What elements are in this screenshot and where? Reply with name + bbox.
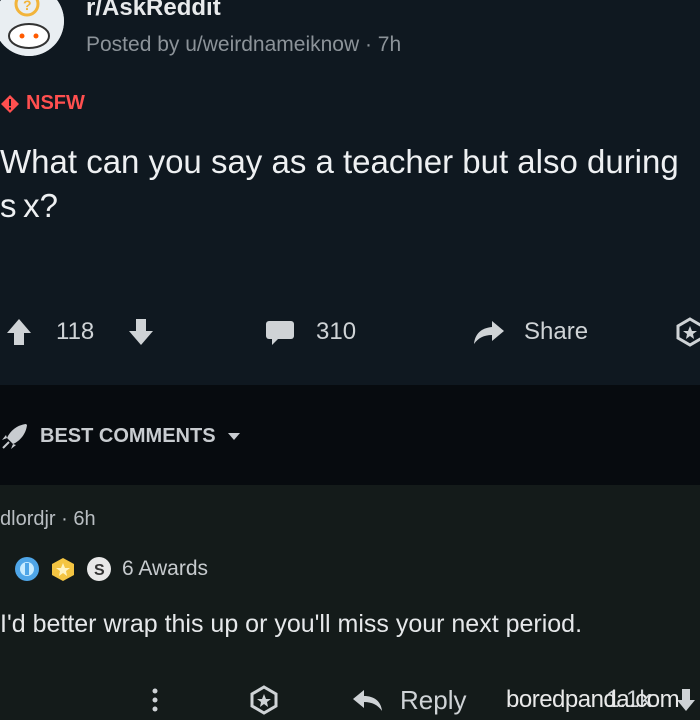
downvote-arrow-icon xyxy=(129,319,153,345)
post-actions: 118 310 Share xyxy=(0,310,700,354)
subreddit-name[interactable]: r/AskReddit xyxy=(86,0,221,22)
rocket-icon xyxy=(2,424,27,449)
upvote-arrow-icon xyxy=(7,319,31,345)
watermark: boredpanda.com xyxy=(506,686,680,713)
more-options-button[interactable] xyxy=(150,680,160,720)
comment-body: I'd better wrap this up or you'll miss y… xyxy=(0,610,583,638)
upvote-button[interactable] xyxy=(6,310,32,354)
silver-award-icon xyxy=(15,557,39,581)
award-icon xyxy=(250,685,278,715)
nsfw-badge: NSFW xyxy=(0,92,85,115)
s-coin-award-icon: S xyxy=(87,557,111,581)
comment-author[interactable]: dlordjr · 6h xyxy=(0,508,96,531)
reply-button[interactable]: Reply xyxy=(352,680,466,720)
comments-button[interactable] xyxy=(264,310,296,354)
awards-count: 6 Awards xyxy=(122,557,208,580)
comment-award-button[interactable] xyxy=(250,680,278,720)
comment-awards[interactable]: S 6 Awards xyxy=(14,556,208,582)
share-arrow-icon xyxy=(474,321,504,344)
gold-star-award-icon xyxy=(52,558,74,581)
comment-bubble-icon xyxy=(266,321,294,345)
post-meta: Posted by u/weirdnameiknow · 7h xyxy=(86,33,402,56)
nsfw-label: NSFW xyxy=(26,92,85,114)
subreddit-avatar[interactable]: ? xyxy=(0,0,64,56)
award-button[interactable] xyxy=(676,310,700,354)
more-dots-icon xyxy=(152,688,158,712)
post-title[interactable]: What can you say as a teacher but also d… xyxy=(0,140,690,228)
svg-text:S: S xyxy=(94,562,105,579)
sort-dropdown[interactable]: BEST COMMENTS xyxy=(0,421,242,451)
comment-count: 310 xyxy=(316,318,357,345)
share-label: Share xyxy=(524,318,589,345)
reply-arrow-icon xyxy=(353,690,382,711)
reply-label: Reply xyxy=(400,684,467,715)
nsfw-diamond-icon xyxy=(1,94,19,113)
chevron-down-icon xyxy=(227,433,240,440)
svg-text:?: ? xyxy=(23,0,32,13)
award-icon xyxy=(676,317,700,347)
askreddit-logo-icon: ? xyxy=(0,0,64,56)
upvote-count: 118 xyxy=(56,318,95,345)
post-card: ? r/AskReddit Posted by u/weirdnameiknow… xyxy=(0,0,700,385)
sort-label: BEST COMMENTS xyxy=(40,424,216,447)
share-button[interactable]: Share xyxy=(472,310,588,354)
downvote-button[interactable] xyxy=(128,310,154,354)
